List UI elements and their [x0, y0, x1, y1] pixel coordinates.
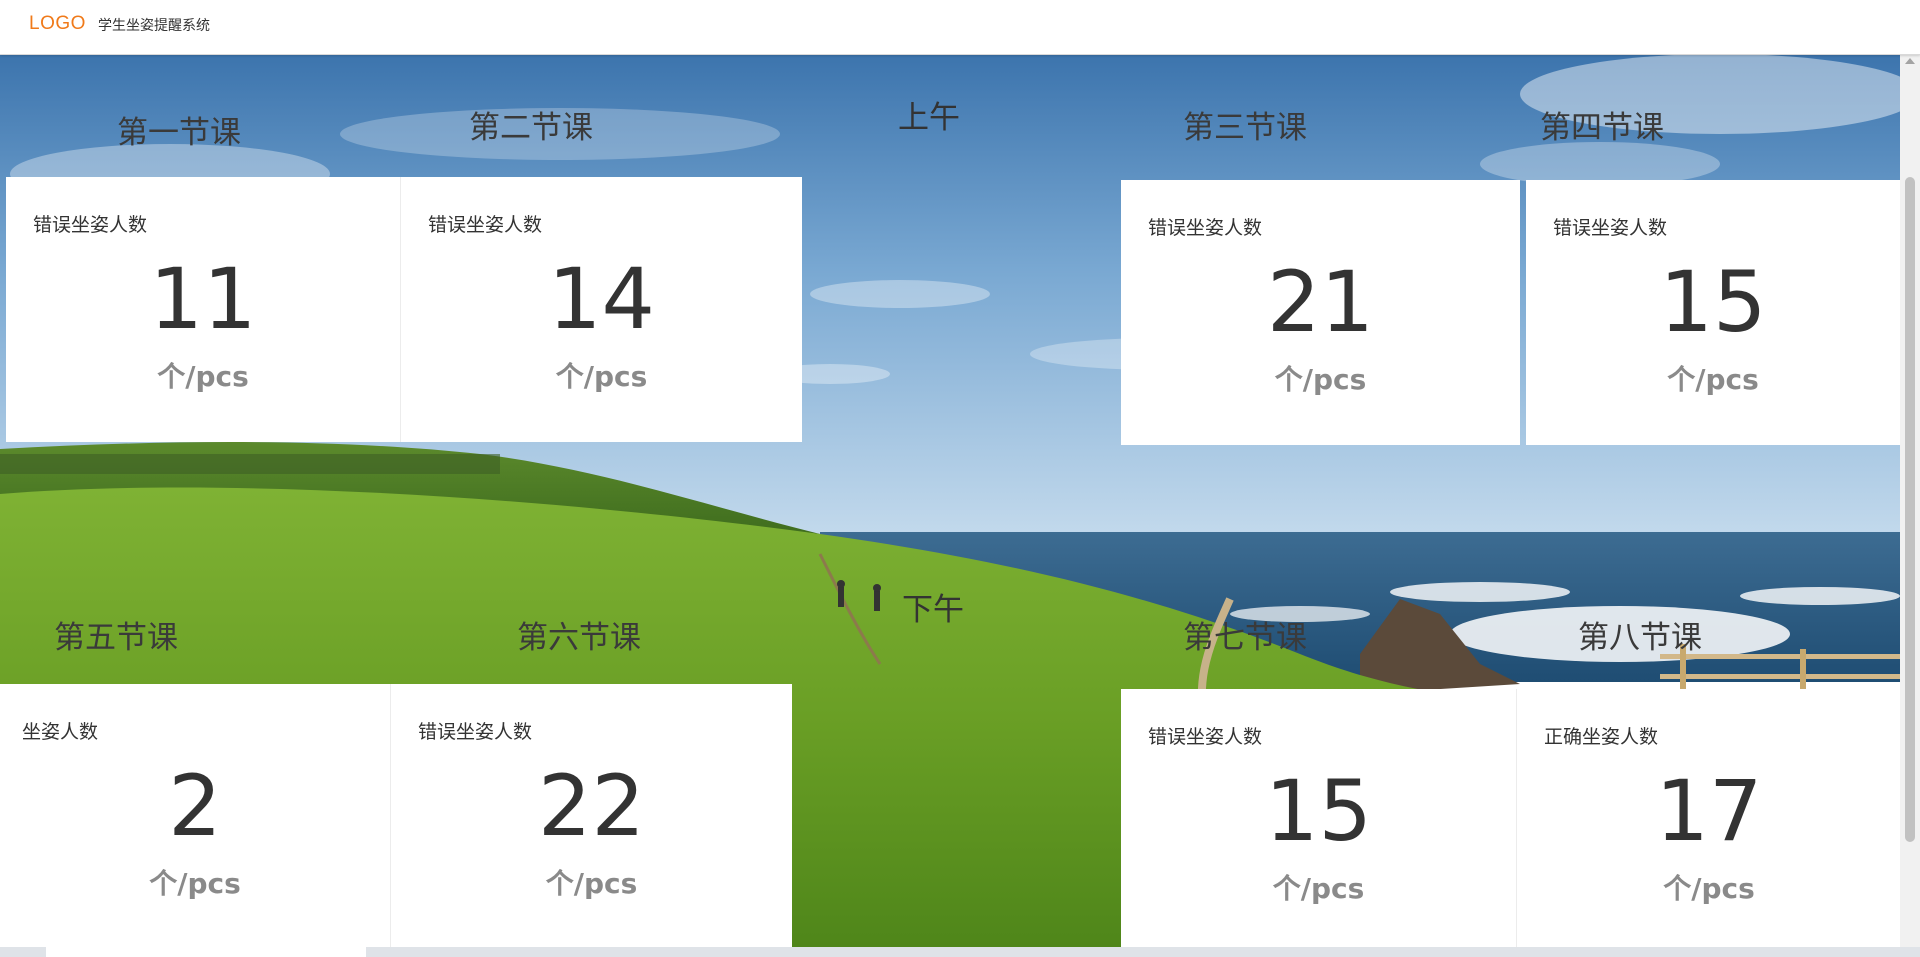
card-unit: 个/pcs — [149, 867, 241, 900]
card-unit: 个/pcs — [1663, 872, 1755, 905]
stat-card-3: 错误坐姿人数 21 个/pcs — [1121, 180, 1520, 445]
app-title: 学生坐姿提醒系统 — [98, 18, 210, 34]
card-unit: 个/pcs — [157, 360, 249, 393]
section-heading-3: 第三节课 — [1183, 110, 1307, 146]
stat-card-8: 正确坐姿人数 17 个/pcs — [1516, 689, 1901, 947]
stat-card-2: 错误坐姿人数 14 个/pcs — [400, 177, 802, 442]
section-heading-1: 第一节课 — [117, 115, 241, 151]
card-unit: 个/pcs — [545, 867, 638, 900]
card-unit: 个/pcs — [555, 360, 648, 393]
section-heading-5: 第五节课 — [54, 620, 178, 656]
vertical-scrollbar[interactable] — [1900, 54, 1920, 947]
card-value: 2 — [168, 757, 222, 855]
section-heading-2: 第二节课 — [469, 110, 593, 146]
card-value: 15 — [1265, 762, 1372, 860]
card-value: 17 — [1655, 762, 1763, 860]
card-value: 21 — [1267, 253, 1374, 351]
section-heading-6: 第六节课 — [517, 620, 641, 656]
card-unit: 个/pcs — [1274, 363, 1367, 396]
stat-card-4: 错误坐姿人数 15 个/pcs — [1526, 180, 1900, 445]
card-value: 22 — [538, 757, 645, 855]
card-value: 15 — [1659, 253, 1767, 351]
section-heading-8: 第八节课 — [1578, 620, 1702, 656]
app-root: LOGO 学生坐姿提醒系统 上午 下午 第一节课 第二节课 第三节课 第四节课 … — [0, 0, 1920, 957]
card-label: 坐姿人数 — [22, 721, 99, 743]
stat-card-6: 错误坐姿人数 22 个/pcs — [390, 684, 792, 947]
card-unit: 个/pcs — [1667, 363, 1759, 396]
card-label: 正确坐姿人数 — [1544, 726, 1659, 748]
scroll-thumb[interactable] — [1905, 177, 1915, 842]
section-heading-4: 第四节课 — [1540, 110, 1664, 146]
card-label: 错误坐姿人数 — [418, 721, 533, 743]
stat-card-7: 错误坐姿人数 15 个/pcs — [1121, 689, 1516, 947]
stat-card-1: 错误坐姿人数 11 个/pcs — [6, 177, 400, 442]
os-taskbar — [0, 947, 1920, 957]
logo[interactable]: LOGO — [29, 13, 86, 35]
top-header: LOGO 学生坐姿提醒系统 — [0, 0, 1920, 55]
card-label: 错误坐姿人数 — [1148, 726, 1263, 748]
taskbar-search-box[interactable] — [46, 947, 366, 957]
card-value: 11 — [149, 250, 257, 348]
scroll-up-arrow-icon[interactable] — [1905, 58, 1915, 64]
section-heading-7: 第七节课 — [1183, 620, 1307, 656]
period-heading-morning: 上午 — [898, 100, 960, 136]
period-heading-afternoon: 下午 — [902, 592, 964, 628]
card-label: 错误坐姿人数 — [33, 214, 148, 236]
card-value: 14 — [548, 250, 655, 348]
card-unit: 个/pcs — [1272, 872, 1365, 905]
card-label: 错误坐姿人数 — [1553, 217, 1668, 239]
stat-card-5: 坐姿人数 2 个/pcs — [0, 684, 390, 947]
card-label: 错误坐姿人数 — [428, 214, 543, 236]
card-label: 错误坐姿人数 — [1148, 217, 1263, 239]
